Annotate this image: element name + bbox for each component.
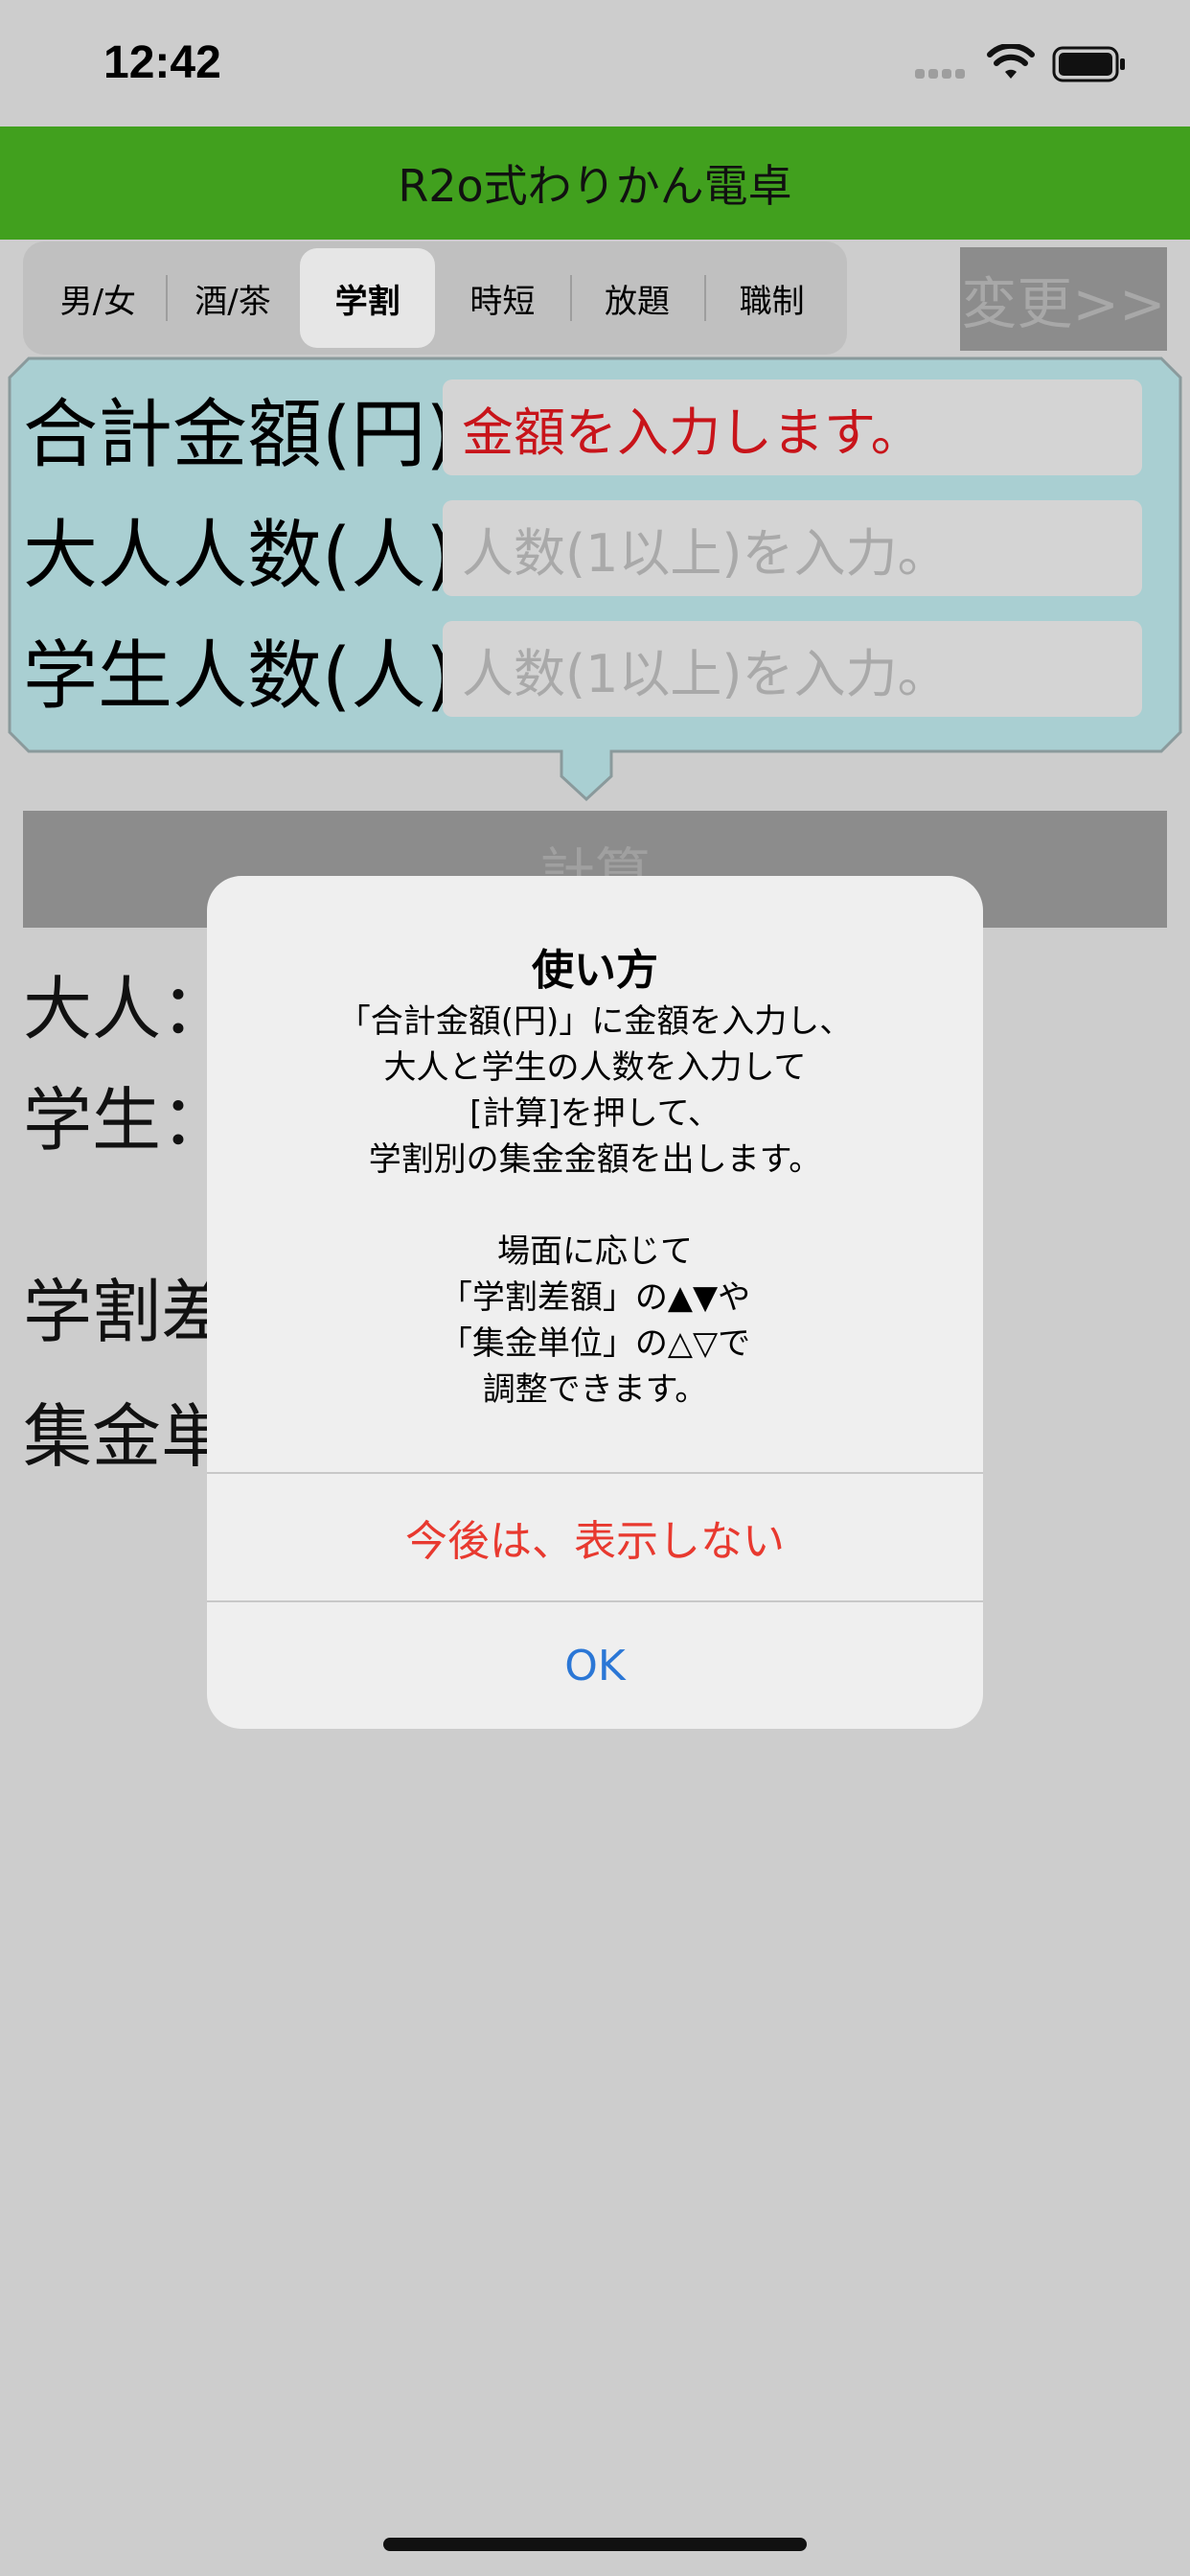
adult-count-input[interactable]: 人数(1以上)を入力。	[443, 500, 1142, 596]
battery-icon	[1052, 46, 1125, 82]
alert-message: 「合計金額(円)」に金額を入力し、 大人と学生の人数を入力して [計算]を押して…	[207, 999, 983, 1413]
alert-line: 場面に応じて	[497, 1232, 693, 1271]
change-button[interactable]: 変更>>	[960, 247, 1167, 351]
segment-short-time[interactable]: 時短	[435, 248, 570, 348]
dont-show-again-button[interactable]: 今後は、表示しない	[207, 1474, 983, 1600]
segment-drink[interactable]: 酒/茶	[165, 248, 301, 348]
adult-count-label: 大人人数(人)	[23, 513, 455, 599]
mode-segmented-control: 男/女 酒/茶 学割 時短 放題 職制	[23, 242, 847, 355]
student-count-label: 学生人数(人)	[23, 633, 455, 720]
student-count-row: 学生人数(人)	[23, 617, 464, 723]
segment-gender[interactable]: 男/女	[31, 248, 166, 348]
total-amount-label: 合計金額(円)	[23, 392, 455, 478]
adult-count-row: 大人人数(人)	[23, 496, 464, 602]
alert-line: 「学割差額」の▲▼や	[439, 1278, 751, 1317]
adult-result: 大人：	[23, 969, 231, 1049]
alert-line: 学割別の集金金額を出します。	[368, 1140, 822, 1179]
discount-difference-label: 学割差	[23, 1272, 231, 1352]
student-result: 学生：	[23, 1080, 231, 1161]
segment-job-rank[interactable]: 職制	[704, 248, 839, 348]
alert-line: [計算]を押して、	[469, 1094, 721, 1133]
usage-alert: 使い方 「合計金額(円)」に金額を入力し、 大人と学生の人数を入力して [計算]…	[207, 876, 983, 1729]
alert-line	[207, 1183, 983, 1229]
home-indicator[interactable]	[383, 2538, 807, 2551]
alert-line: 調整できます。	[482, 1370, 708, 1409]
collection-unit-label: 集金単	[23, 1396, 231, 1477]
alert-line: 「集金単位」の△▽で	[439, 1324, 751, 1363]
total-amount-row: 合計金額(円)	[23, 376, 464, 481]
status-time: 12:42	[103, 37, 221, 88]
alert-title: 使い方	[532, 946, 658, 995]
alert-line: 「合計金額(円)」に金額を入力し、	[337, 1002, 853, 1041]
app-title: R2o式わりかん電卓	[398, 160, 792, 212]
total-amount-input[interactable]: 金額を入力します。	[443, 380, 1142, 475]
app-header: R2o式わりかん電卓	[0, 126, 1190, 240]
wifi-icon	[987, 44, 1035, 79]
ok-button[interactable]: OK	[207, 1602, 983, 1729]
cellular-signal-icon	[915, 69, 965, 79]
alert-line: 大人と学生の人数を入力して	[383, 1048, 807, 1087]
segment-all-you-can[interactable]: 放題	[569, 248, 705, 348]
segment-student-discount[interactable]: 学割	[300, 248, 436, 348]
student-count-input[interactable]: 人数(1以上)を入力。	[443, 621, 1142, 717]
